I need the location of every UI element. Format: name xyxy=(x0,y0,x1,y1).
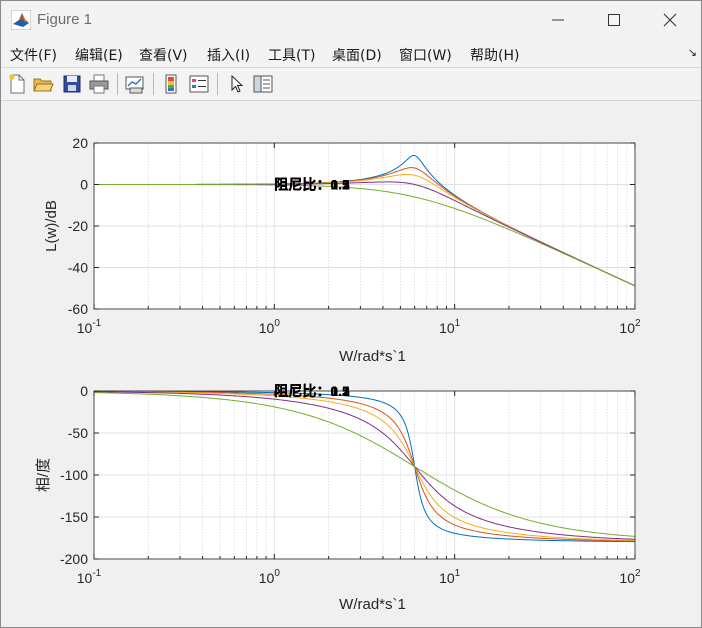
y-tick-label: -100 xyxy=(60,467,88,483)
maximize-icon xyxy=(608,14,620,26)
magnitude-axes: 10-1 100 101 102 -60 -40 -20 0 20 W/rad*s`1 L(w)/d… xyxy=(43,135,641,365)
y-tick-label: 0 xyxy=(80,177,88,193)
close-icon xyxy=(663,13,677,27)
pointer-icon[interactable] xyxy=(226,73,248,95)
maximize-button[interactable] xyxy=(586,1,642,39)
y-tick-label: -150 xyxy=(60,509,88,525)
property-editor-icon[interactable] xyxy=(252,73,274,95)
x-tick-label: 10-1 xyxy=(77,568,102,586)
minimize-button[interactable] xyxy=(530,1,586,39)
menu-edit[interactable]: 编辑(E) xyxy=(75,45,123,65)
menu-window[interactable]: 窗口(W) xyxy=(399,45,452,65)
toolbar-separator xyxy=(217,73,218,95)
toolbar-separator xyxy=(117,73,118,95)
open-file-icon[interactable] xyxy=(32,73,54,95)
legend-icon[interactable] xyxy=(188,73,210,95)
y-tick-label: -20 xyxy=(68,218,88,234)
y-axis-label: 相/度 xyxy=(35,458,52,492)
menu-desktop[interactable]: 桌面(D) xyxy=(332,45,382,65)
colorbar-icon[interactable] xyxy=(161,73,183,95)
link-plot-icon[interactable] xyxy=(124,73,146,95)
menu-view[interactable]: 查看(V) xyxy=(139,45,188,65)
figure-plot-area[interactable]: 10-1 100 101 102-60-40-20020W/rad*s`1L(w)/d… xyxy=(1,101,701,627)
matlab-logo-icon xyxy=(11,10,31,30)
window-title: Figure 1 xyxy=(37,11,93,28)
y-tick-label: -50 xyxy=(68,425,88,441)
menu-overflow-arrow-icon[interactable]: ↘ xyxy=(688,46,697,59)
x-tick-label: 10-1 xyxy=(77,318,102,336)
y-tick-label: -200 xyxy=(60,551,88,567)
toolbar-separator xyxy=(153,73,154,95)
minimize-icon xyxy=(552,19,564,21)
damping-ratio-annotation: 阻尼比：1 xyxy=(274,383,338,399)
x-axis-label: W/rad*s`1 xyxy=(339,596,406,613)
x-tick-label: 101 xyxy=(439,568,461,586)
menu-insert[interactable]: 插入(I) xyxy=(207,45,250,65)
y-tick-label: 20 xyxy=(72,135,88,151)
y-tick-label: 0 xyxy=(80,383,88,399)
x-tick-label: 102 xyxy=(619,318,641,336)
title-bar[interactable]: Figure 1 xyxy=(1,1,701,39)
y-axis-label: L(w)/dB xyxy=(43,200,60,252)
y-tick-label: -40 xyxy=(68,260,88,276)
y-tick-label: -60 xyxy=(68,301,88,317)
print-icon[interactable] xyxy=(88,73,110,95)
menu-file[interactable]: 文件(F) xyxy=(10,45,57,65)
figure-canvas[interactable]: 10-1 100 101 102 -60 -40 -20 0 20 W/rad*s`1 L(w)/d… xyxy=(1,101,701,627)
x-tick-label: 102 xyxy=(619,568,641,586)
x-tick-label: 100 xyxy=(259,318,281,336)
new-figure-icon[interactable] xyxy=(6,73,28,95)
save-icon[interactable] xyxy=(61,73,83,95)
figure-window: Figure 1 文件(F) 编辑(E) 查看(V) 插入(I) 工具(T) 桌… xyxy=(0,0,702,628)
phase-axes: 10-1 100 101 102 -200 -150 -100 -50 0 W/rad*s`1 相/… xyxy=(35,383,641,613)
x-tick-label: 100 xyxy=(259,568,281,586)
menu-bar: 文件(F) 编辑(E) 查看(V) 插入(I) 工具(T) 桌面(D) 窗口(W… xyxy=(1,39,701,68)
x-tick-label: 101 xyxy=(439,318,461,336)
menu-tools[interactable]: 工具(T) xyxy=(268,45,315,65)
toolbar xyxy=(1,68,701,101)
close-button[interactable] xyxy=(642,1,698,39)
menu-help[interactable]: 帮助(H) xyxy=(470,45,519,65)
x-axis-label: W/rad*s`1 xyxy=(339,348,406,365)
damping-ratio-annotation: 阻尼比：1 xyxy=(274,177,338,193)
